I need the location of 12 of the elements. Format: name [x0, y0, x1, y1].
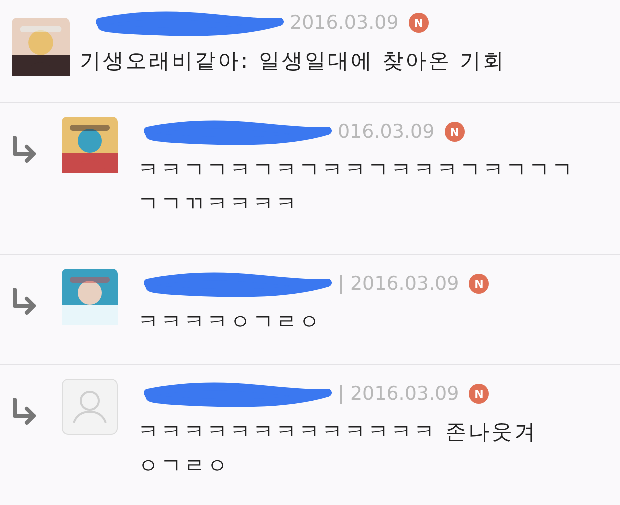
comment-text: 기생오래비같아: 일생일대에 찾아온 기회	[80, 48, 506, 75]
new-badge: N	[408, 13, 429, 33]
comment-date: | 2016.03.09	[338, 273, 460, 295]
comment-text: ㅋㅋㅋㅋㅋㅋㅋㅋㅋㅋㅋㅋㅋ 존나웃겨 ㅇㄱㄹㅇ	[138, 419, 538, 480]
comment-text: ㅋㅋㄱㄱㅋㄱㅋㄱㅋㅋㄱㅋㅋㅋㄱㅋㄱㄱㄱ ㄱㄱㄲㅋㅋㅋㅋ	[138, 157, 575, 218]
new-badge: N	[469, 384, 490, 404]
new-badge: N	[444, 122, 465, 142]
comment-text: ㅋㅋㅋㅋㅇㄱㄹㅇ	[138, 309, 323, 336]
new-badge: N	[469, 274, 490, 294]
comment-date: 2016.03.09	[290, 12, 399, 34]
comment-date: 016.03.09	[338, 121, 435, 143]
comment-date: | 2016.03.09	[338, 383, 460, 405]
